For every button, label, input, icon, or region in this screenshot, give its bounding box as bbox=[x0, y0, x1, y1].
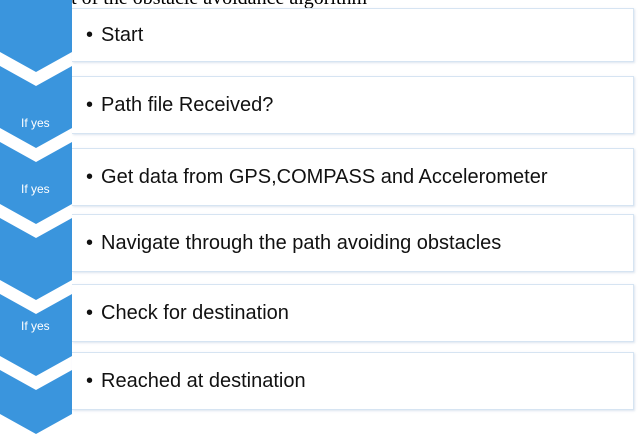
chevron-step-3: If yes bbox=[0, 142, 72, 224]
chevron-shape bbox=[0, 0, 72, 72]
bullet-icon: • bbox=[86, 23, 94, 46]
chevron-condition-label: If yes bbox=[21, 182, 50, 196]
step-text: • Reached at destination bbox=[72, 370, 306, 393]
bullet-icon: • bbox=[86, 301, 94, 324]
step-label: Get data from GPS,COMPASS and Accelerome… bbox=[101, 165, 548, 188]
step-box-start: • Start bbox=[72, 8, 634, 62]
step-label: Reached at destination bbox=[101, 369, 306, 392]
bullet-icon: • bbox=[86, 93, 94, 116]
chevron-step-1 bbox=[0, 0, 72, 72]
step-label: Start bbox=[101, 23, 144, 46]
chevron-column: If yes If yes If yes bbox=[0, 0, 72, 434]
chevron-step-4 bbox=[0, 218, 72, 300]
step-box-get-data: • Get data from GPS,COMPASS and Accelerom… bbox=[72, 148, 634, 206]
step-label: Navigate through the path avoiding obsta… bbox=[101, 231, 502, 254]
chevron-step-2: If yes bbox=[0, 66, 72, 148]
chevron-condition-label: If yes bbox=[21, 116, 50, 130]
bullet-icon: • bbox=[86, 231, 94, 254]
chevron-step-6 bbox=[0, 370, 72, 434]
chevron-condition-label: If yes bbox=[21, 319, 50, 333]
step-text: • Navigate through the path avoiding obst… bbox=[72, 232, 501, 255]
step-text: • Start bbox=[72, 24, 143, 47]
step-box-check-destination: • Check for destination bbox=[72, 284, 634, 342]
step-box-navigate: • Navigate through the path avoiding obst… bbox=[72, 214, 634, 272]
chevron-shape bbox=[0, 294, 72, 376]
chevron-shape bbox=[0, 370, 72, 434]
step-box-path-file-received: • Path file Received? bbox=[72, 76, 634, 134]
chevron-shape bbox=[0, 218, 72, 300]
step-text: • Get data from GPS,COMPASS and Accelerom… bbox=[72, 166, 548, 189]
step-text: • Path file Received? bbox=[72, 94, 273, 117]
bullet-icon: • bbox=[86, 165, 94, 188]
chevron-shape bbox=[0, 66, 72, 148]
step-label: Path file Received? bbox=[101, 93, 274, 116]
step-box-reached-destination: • Reached at destination bbox=[72, 352, 634, 410]
step-label: Check for destination bbox=[101, 301, 289, 324]
bullet-icon: • bbox=[86, 369, 94, 392]
step-text: • Check for destination bbox=[72, 302, 289, 325]
chevron-step-5: If yes bbox=[0, 294, 72, 376]
